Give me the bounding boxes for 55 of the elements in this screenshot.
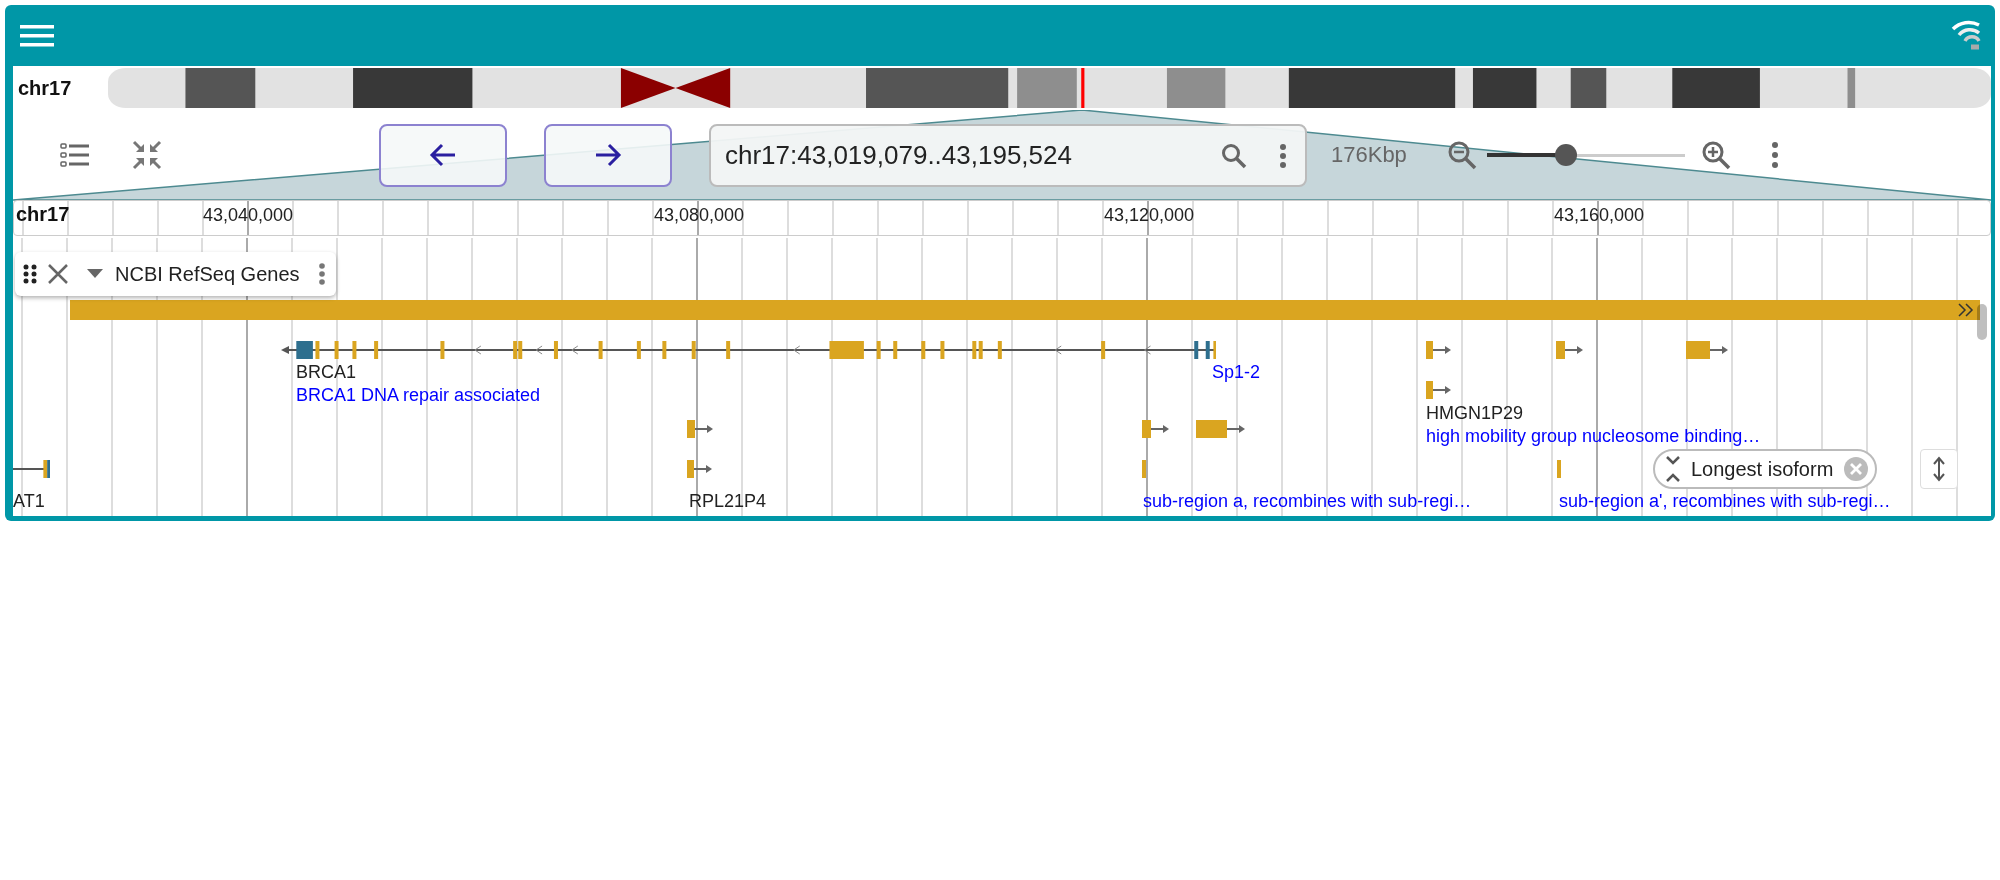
zoom-slider[interactable] (1486, 142, 1685, 168)
chromosome-ideogram-drawing[interactable] (108, 68, 1991, 108)
ruler-chromosome-label: chr17 (16, 203, 70, 226)
more-options-icon[interactable] (317, 263, 326, 285)
scrollbar-thumb[interactable] (1977, 304, 1987, 340)
close-icon[interactable] (47, 263, 69, 285)
filter-chip[interactable]: Longest isoform (1653, 449, 1878, 489)
resize-height-button[interactable] (1920, 449, 1958, 489)
gene-model[interactable] (1686, 341, 1729, 359)
gene-description: high mobility group nucleosome binding… (1426, 426, 1761, 447)
zoom-slider-thumb[interactable] (1555, 144, 1578, 166)
gene-model[interactable] (687, 460, 713, 478)
gene-description: sub-region a', recombines with sub-regi… (1559, 491, 1891, 512)
collapse-icon[interactable] (132, 140, 162, 170)
forward-button[interactable] (544, 123, 672, 187)
gene-name: RPL21P4 (689, 491, 767, 512)
ruler-tick-label: 43,120,000 (1103, 205, 1195, 226)
left-arrow-icon (429, 143, 457, 167)
vertical-arrows-icon (1932, 456, 1946, 482)
span-readout: 176Kbp (1331, 142, 1407, 168)
right-arrow-icon (594, 143, 622, 167)
gene-model[interactable] (1426, 381, 1451, 399)
coordinate-ruler[interactable]: chr17 43,040,000 43,080,000 43,120,000 43,160,000 (13, 200, 1991, 236)
network-status-icon (1951, 18, 1983, 53)
zoom-out-icon[interactable] (1446, 140, 1477, 170)
gene-description: Sp1-2 (1212, 362, 1261, 383)
menu-icon[interactable] (20, 24, 54, 47)
more-options-icon[interactable] (1770, 142, 1779, 168)
gene-description: BRCA1 DNA repair associated (296, 385, 541, 406)
ruler-tick-label: 43,080,000 (653, 205, 745, 226)
ruler-tick-label: 43,160,000 (1553, 205, 1645, 226)
chromosome-label: chr17 (17, 76, 73, 100)
search-icon[interactable] (1221, 142, 1247, 169)
track-title: NCBI RefSeq Genes (115, 262, 300, 286)
expand-collapse-icon[interactable] (1665, 454, 1681, 484)
more-options-icon[interactable] (1279, 143, 1287, 168)
gene-description: sub-region a, recombines with sub-regi… (1143, 491, 1472, 512)
track-list-icon[interactable] (60, 142, 90, 168)
location-search-field[interactable]: chr17:43,019,079..43,195,524 (709, 123, 1307, 187)
dropdown-caret-icon[interactable] (87, 269, 103, 279)
gene-model[interactable] (1556, 341, 1584, 359)
zoom-in-icon[interactable] (1700, 140, 1731, 170)
gene-model[interactable] (1426, 341, 1451, 359)
gene-model[interactable] (1141, 420, 1169, 438)
gene-name: BRCA1 (296, 362, 357, 383)
ruler-tick-label: 43,040,000 (202, 205, 294, 226)
double-chevron-icon (1957, 302, 1975, 318)
back-button[interactable] (379, 123, 507, 187)
gene-model[interactable] (687, 420, 714, 438)
drag-handle-icon[interactable] (23, 264, 37, 284)
gene-model[interactable] (1196, 420, 1246, 438)
gene-name: AT1 (13, 491, 45, 512)
gene-model[interactable] (280, 341, 1216, 359)
gene-model[interactable] (13, 460, 51, 478)
gene-name: HMGN1P29 (1426, 403, 1524, 424)
